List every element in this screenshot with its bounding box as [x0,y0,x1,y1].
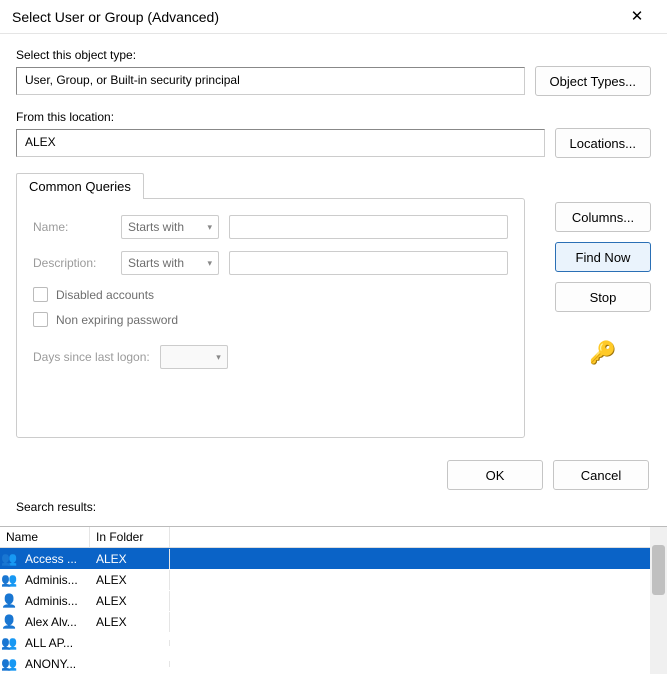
stop-button[interactable]: Stop [555,282,651,312]
cell-folder: ALEX [90,612,170,632]
name-match-value: Starts with [128,220,184,234]
user-icon: 👤 [0,593,19,609]
scroll-thumb[interactable] [652,545,665,595]
cell-name: ANONY... [19,654,90,674]
columns-button[interactable]: Columns... [555,202,651,232]
table-row[interactable]: 👥ANONY... [0,653,667,674]
cell-folder [90,661,170,667]
non-expiring-label: Non expiring password [56,313,178,327]
search-results-label: Search results: [16,500,651,514]
cell-folder [90,640,170,646]
window-title: Select User or Group (Advanced) [12,9,617,25]
disabled-accounts-checkbox[interactable] [33,287,48,302]
object-type-label: Select this object type: [16,48,651,62]
cancel-button[interactable]: Cancel [553,460,649,490]
description-label: Description: [33,256,111,270]
table-row[interactable]: 👥Adminis...ALEX [0,569,667,590]
group-icon: 👥 [0,635,19,651]
chevron-down-icon: ▾ [216,352,221,363]
results-header: Name In Folder [0,527,667,548]
cell-name: ALL AP... [19,633,90,653]
location-field[interactable]: ALEX [16,129,545,157]
days-since-logon-combo: ▾ [160,345,228,369]
cell-folder: ALEX [90,591,170,611]
description-match-value: Starts with [128,256,184,270]
object-types-button[interactable]: Object Types... [535,66,651,96]
object-type-field[interactable]: User, Group, or Built-in security princi… [16,67,525,95]
chevron-down-icon: ▾ [207,222,212,233]
find-now-button[interactable]: Find Now [555,242,651,272]
group-icon: 👥 [0,572,19,588]
non-expiring-checkbox[interactable] [33,312,48,327]
name-label: Name: [33,220,111,234]
column-folder[interactable]: In Folder [90,527,170,547]
user-icon: 👤 [0,614,19,630]
locations-button[interactable]: Locations... [555,128,652,158]
name-input[interactable] [229,215,508,239]
queries-panel: Name: Starts with ▾ Description: Starts … [16,198,525,438]
search-keys-icon: 🔑 [589,340,616,366]
close-icon: ✕ [631,8,644,25]
name-match-combo[interactable]: Starts with ▾ [121,215,219,239]
description-input[interactable] [229,251,508,275]
table-row[interactable]: 👤Adminis...ALEX [0,590,667,611]
days-since-logon-label: Days since last logon: [33,350,150,364]
results-list: Name In Folder 👥Access ...ALEX👥Adminis..… [0,526,667,674]
cell-name: Access ... [19,549,90,569]
close-button[interactable]: ✕ [617,2,657,32]
table-row[interactable]: 👤Alex Alv...ALEX [0,611,667,632]
disabled-accounts-label: Disabled accounts [56,288,154,302]
cell-folder: ALEX [90,570,170,590]
location-label: From this location: [16,110,651,124]
tab-common-queries[interactable]: Common Queries [16,173,144,199]
ok-button[interactable]: OK [447,460,543,490]
table-row[interactable]: 👥ALL AP... [0,632,667,653]
cell-folder: ALEX [90,549,170,569]
scrollbar[interactable] [650,527,667,674]
group-icon: 👥 [0,656,19,672]
cell-name: Alex Alv... [19,612,90,632]
description-match-combo[interactable]: Starts with ▾ [121,251,219,275]
cell-name: Adminis... [19,591,90,611]
group-icon: 👥 [0,551,19,567]
column-name[interactable]: Name [0,527,90,547]
cell-name: Adminis... [19,570,90,590]
titlebar: Select User or Group (Advanced) ✕ [0,0,667,34]
chevron-down-icon: ▾ [207,258,212,269]
table-row[interactable]: 👥Access ...ALEX [0,548,667,569]
